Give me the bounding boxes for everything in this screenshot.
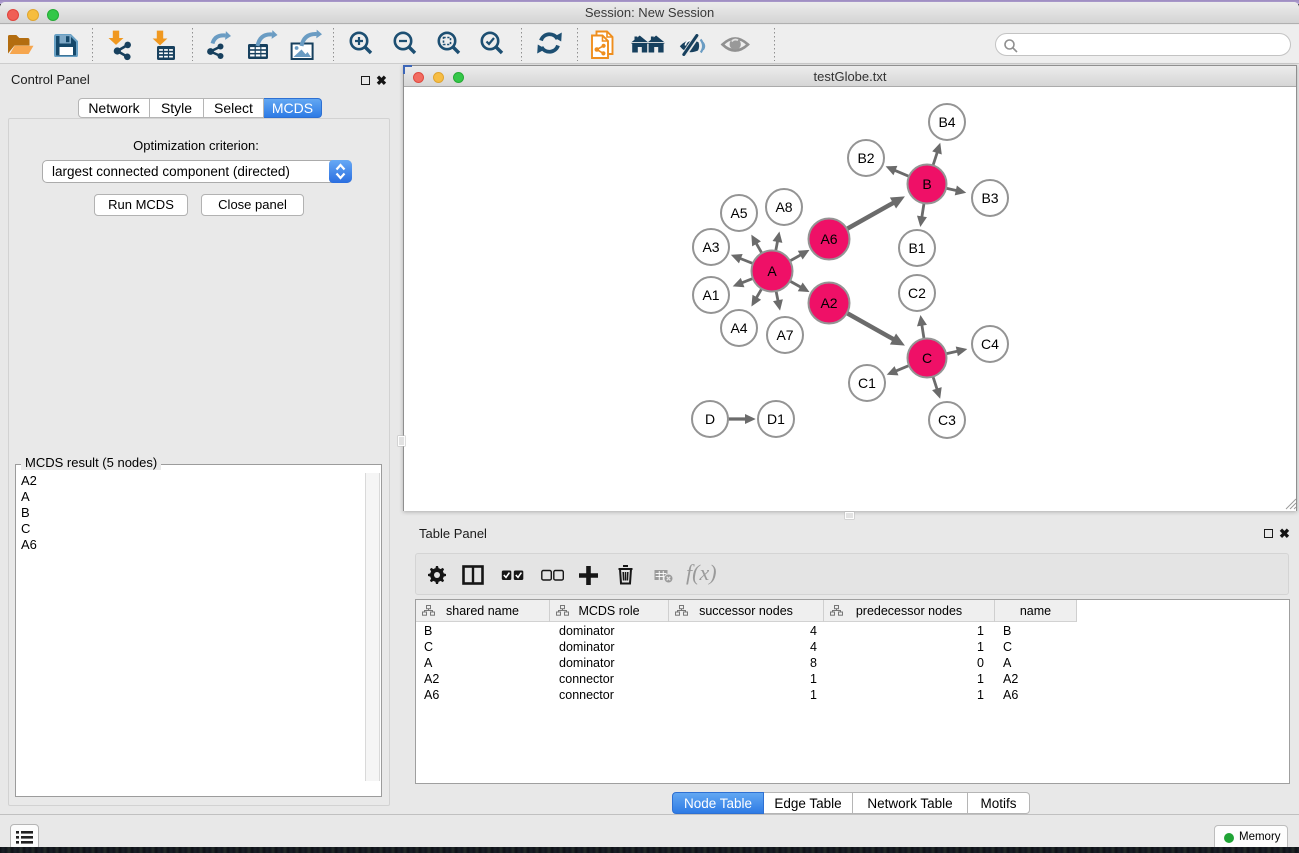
svg-text:A4: A4 — [730, 320, 747, 336]
svg-text:B3: B3 — [981, 190, 998, 206]
svg-text:C: C — [922, 350, 932, 366]
svg-text:D1: D1 — [767, 411, 785, 427]
svg-text:A3: A3 — [702, 239, 719, 255]
svg-text:C3: C3 — [938, 412, 956, 428]
svg-text:C2: C2 — [908, 285, 926, 301]
svg-text:A8: A8 — [775, 199, 792, 215]
svg-text:B1: B1 — [908, 240, 925, 256]
svg-text:B4: B4 — [938, 114, 955, 130]
svg-text:A1: A1 — [702, 287, 719, 303]
svg-text:B2: B2 — [857, 150, 874, 166]
svg-text:A2: A2 — [820, 295, 837, 311]
svg-text:B: B — [922, 176, 931, 192]
svg-text:A6: A6 — [820, 231, 837, 247]
svg-text:C1: C1 — [858, 375, 876, 391]
svg-text:A5: A5 — [730, 205, 747, 221]
svg-text:D: D — [705, 411, 715, 427]
svg-text:A: A — [767, 263, 777, 279]
svg-text:C4: C4 — [981, 336, 999, 352]
svg-text:A7: A7 — [776, 327, 793, 343]
